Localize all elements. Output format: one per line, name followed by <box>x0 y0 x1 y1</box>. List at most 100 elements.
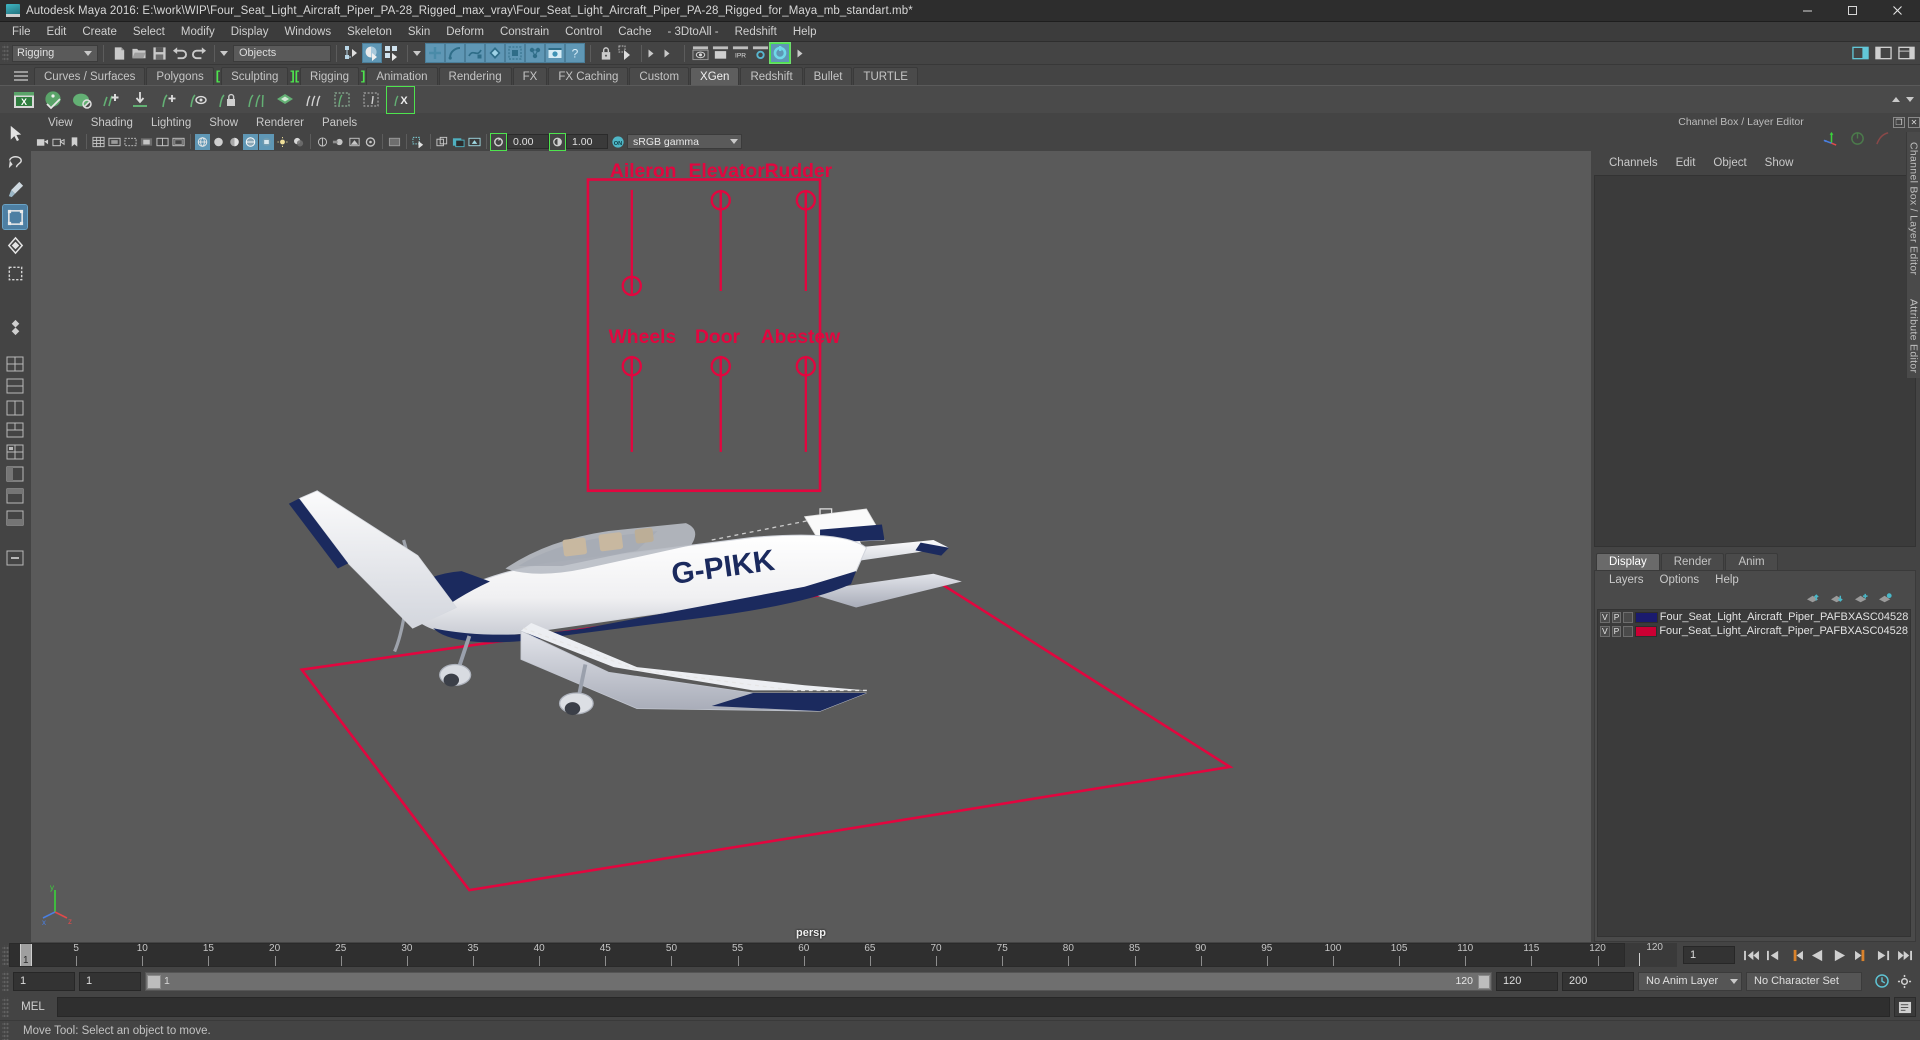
statusline-overflow-chevron-icon[interactable] <box>797 49 803 57</box>
panel-undock-button[interactable]: ❐ <box>1893 116 1905 128</box>
menu-set-selector[interactable]: Rigging <box>12 44 98 62</box>
render-view-icon[interactable] <box>545 43 565 63</box>
select-tool[interactable] <box>3 121 27 145</box>
close-button[interactable] <box>1875 0 1920 22</box>
viewport-menu-view[interactable]: View <box>39 115 82 132</box>
channelbox-menu-object[interactable]: Object <box>1704 153 1755 173</box>
shelf-tab-rigging[interactable]: Rigging <box>300 67 360 85</box>
animation-start-field[interactable]: 1 <box>79 971 141 991</box>
range-left-handle[interactable] <box>147 974 161 989</box>
wireframe-shading-icon[interactable] <box>195 133 210 150</box>
layer-display-type-toggle[interactable] <box>1623 611 1634 623</box>
color-profile-selector[interactable]: sRGB gamma <box>627 134 742 149</box>
layer-display-type-toggle[interactable] <box>1623 625 1633 637</box>
display-layer-list[interactable]: V P Four_Seat_Light_Aircraft_Piper_PAFBX… <box>1597 609 1911 937</box>
commandline-gripper[interactable] <box>2 997 9 1017</box>
move-tool[interactable] <box>2 204 28 230</box>
menu-deform[interactable]: Deform <box>438 22 492 42</box>
layer-color-swatch[interactable] <box>1635 611 1658 623</box>
move-layer-up-icon[interactable] <box>1806 592 1821 605</box>
select-by-hierarchy-icon[interactable] <box>342 43 362 63</box>
channel-box-toggle-icon[interactable] <box>1896 43 1916 63</box>
side-tab-channel-box[interactable]: Channel Box / Layer Editor <box>1908 138 1920 279</box>
ipr-render-icon[interactable]: IPR <box>730 43 750 63</box>
last-tool-used[interactable] <box>3 315 27 339</box>
shelf-tab-redshift[interactable]: Redshift <box>740 67 803 85</box>
shelf-tab-custom[interactable]: Custom <box>629 67 690 85</box>
render-settings-icon[interactable] <box>750 43 770 63</box>
scale-tool[interactable] <box>3 261 27 285</box>
layer-visibility-toggle[interactable]: V <box>1600 611 1610 623</box>
anim-layer-selector[interactable]: No Anim Layer <box>1638 971 1742 991</box>
menu-constrain[interactable]: Constrain <box>492 22 557 42</box>
view-image-icon[interactable] <box>451 134 466 150</box>
depth-of-field-icon[interactable] <box>363 134 378 150</box>
exposure-value-field[interactable]: 0.00 <box>507 134 549 149</box>
open-scene-icon[interactable] <box>129 43 149 63</box>
range-start-field[interactable]: 1 <box>13 971 75 991</box>
viewport-menu-lighting[interactable]: Lighting <box>142 115 200 132</box>
rotate-axis-icon[interactable] <box>1850 131 1865 146</box>
textured-icon[interactable] <box>259 133 274 150</box>
motion-blur-icon[interactable] <box>331 134 346 150</box>
table-row[interactable]: V P Four_Seat_Light_Aircraft_Piper_PAFBX… <box>1598 624 1910 638</box>
step-back-frame-button[interactable] <box>1765 947 1782 964</box>
redshift-render-icon[interactable] <box>769 42 791 64</box>
selection-history-icon[interactable] <box>616 43 636 63</box>
shelf-scroll-down-icon[interactable] <box>1906 97 1914 102</box>
film-gate-icon[interactable] <box>107 134 122 150</box>
time-slider[interactable]: 1 5 10 15 20 25 30 35 40 45 50 55 60 65 70 75 80 85 90 95 1… <box>9 943 1625 967</box>
xgen-guides-icon[interactable] <box>242 87 269 113</box>
layer-name[interactable]: Four_Seat_Light_Aircraft_Piper_PAFBXASC0… <box>1659 625 1908 637</box>
shelf-tab-fx-caching[interactable]: FX Caching <box>548 67 629 85</box>
channelbox-menu-channels[interactable]: Channels <box>1600 153 1667 173</box>
menu-help[interactable]: Help <box>785 22 825 42</box>
xgen-select-region-icon[interactable] <box>358 87 385 113</box>
range-slider-bar[interactable]: 1 120 <box>145 971 1492 991</box>
layer-menu-help[interactable]: Help <box>1707 571 1747 589</box>
lock-icon[interactable] <box>596 43 616 63</box>
save-scene-icon[interactable] <box>149 43 169 63</box>
move-layer-down-icon[interactable] <box>1830 592 1845 605</box>
layout-persp-graph[interactable] <box>4 509 26 527</box>
xgen-export-icon[interactable]: X <box>386 85 415 114</box>
go-to-end-button[interactable] <box>1897 947 1914 964</box>
menu-windows[interactable]: Windows <box>276 22 339 42</box>
undo-icon[interactable] <box>169 43 189 63</box>
menu-file[interactable]: File <box>4 22 39 42</box>
smooth-shade-selected-icon[interactable] <box>227 134 242 150</box>
ipr-chevron-icon-b[interactable] <box>664 49 670 57</box>
layer-visibility-toggle[interactable]: V <box>1600 625 1610 637</box>
view-sequence-icon[interactable] <box>467 134 482 150</box>
menu-3dtoall[interactable]: - 3DtoAll - <box>660 22 727 42</box>
menu-select[interactable]: Select <box>125 22 173 42</box>
menu-modify[interactable]: Modify <box>173 22 223 42</box>
timeslider-gripper[interactable] <box>2 945 9 965</box>
create-empty-layer-icon[interactable] <box>1854 592 1869 605</box>
menu-control[interactable]: Control <box>557 22 610 42</box>
select-by-object-type-icon[interactable] <box>362 43 382 63</box>
shelf-tab-rendering[interactable]: Rendering <box>438 67 512 85</box>
gamma-value-field[interactable]: 1.00 <box>566 134 608 149</box>
shelf-tab-turtle[interactable]: TURTLE <box>853 67 918 85</box>
shelf-tab-curves-surfaces[interactable]: Curves / Surfaces <box>34 67 146 85</box>
help-question-icon[interactable]: ? <box>565 43 585 63</box>
shelf-tab-fx[interactable]: FX <box>512 67 548 85</box>
play-forwards-button[interactable] <box>1831 947 1848 964</box>
isolate-select-icon[interactable] <box>387 134 402 150</box>
make-live-icon[interactable] <box>525 43 545 63</box>
shelf-tab-polygons[interactable]: Polygons <box>146 67 214 85</box>
viewport-menu-show[interactable]: Show <box>200 115 247 132</box>
range-right-handle[interactable] <box>1478 974 1490 989</box>
snap-to-point-icon[interactable] <box>465 43 485 63</box>
script-editor-button[interactable] <box>1894 997 1916 1017</box>
smooth-shade-all-icon[interactable] <box>211 134 226 150</box>
channel-box-list[interactable] <box>1594 175 1916 547</box>
layer-menu-layers[interactable]: Layers <box>1601 571 1652 589</box>
gate-mask-icon[interactable] <box>139 134 154 150</box>
channelbox-menu-show[interactable]: Show <box>1756 153 1803 173</box>
rangeslider-gripper[interactable] <box>2 971 9 991</box>
shelf-tab-animation[interactable]: Animation <box>366 67 438 85</box>
xgen-lock-icon[interactable] <box>213 87 240 113</box>
snap-to-curve-icon[interactable] <box>445 43 465 63</box>
